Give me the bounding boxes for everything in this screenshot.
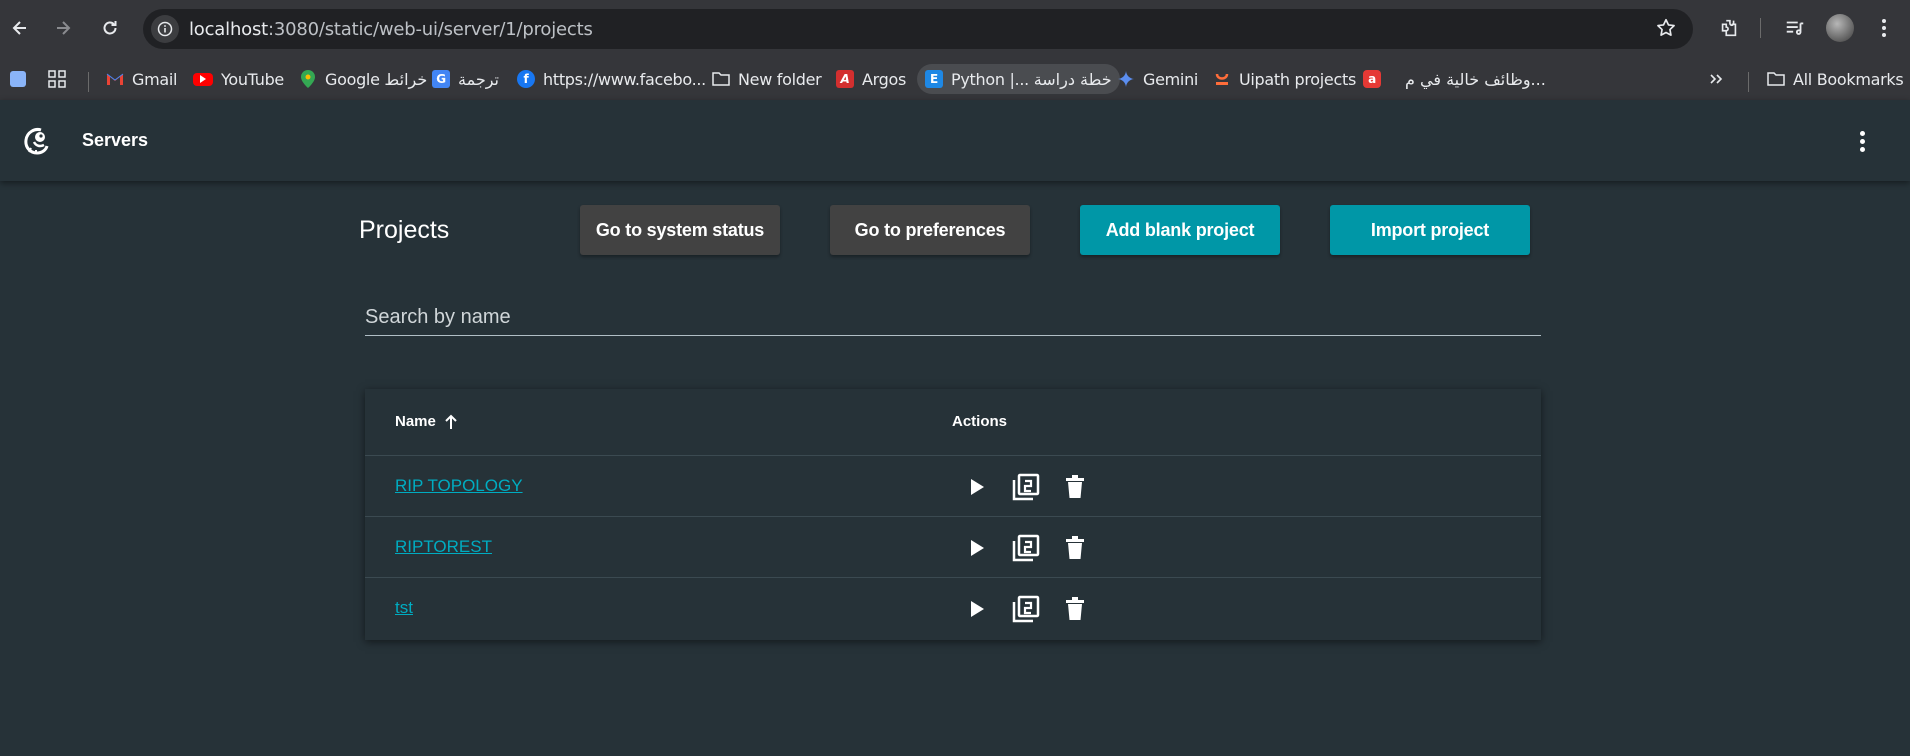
bookmark-app-icon[interactable] (10, 64, 26, 94)
bookmarks-overflow-icon[interactable] (1708, 64, 1724, 94)
argos-icon: A (836, 70, 854, 88)
apps-grid-icon[interactable] (48, 64, 66, 94)
duplicate-project-icon[interactable] (1012, 595, 1040, 623)
e-icon: E (925, 70, 943, 88)
browser-toolbar: localhost:3080/static/web-ui/server/1/pr… (0, 0, 1910, 56)
open-project-play-icon[interactable] (963, 595, 991, 623)
duplicate-project-icon[interactable] (1012, 534, 1040, 562)
url-text: localhost:3080/static/web-ui/server/1/pr… (189, 19, 593, 40)
browser-chrome: localhost:3080/static/web-ui/server/1/pr… (0, 0, 1910, 100)
bookmark-google-maps[interactable]: Google خرائط (299, 64, 428, 94)
uipath-icon (1213, 70, 1231, 88)
bookmark-gmail[interactable]: Gmail (106, 64, 177, 94)
facebook-icon: f (517, 70, 535, 88)
table-row: RIP TOPOLOGY (365, 456, 1541, 517)
bookmark-label: Uipath projects (1239, 69, 1356, 89)
toolbar-divider (1760, 18, 1761, 38)
bookmark-youtube[interactable]: YouTube (193, 64, 284, 94)
bookmark-facebook[interactable]: f https://www.facebo... (517, 64, 706, 94)
app-header: Servers (0, 100, 1910, 181)
bookmark-divider (88, 72, 89, 92)
google-maps-icon (299, 70, 317, 88)
bookmark-label: Python |... خطة دراسة (951, 69, 1112, 89)
bookmark-label: Gemini (1143, 69, 1199, 89)
jobs-icon: a (1363, 70, 1381, 88)
forward-button[interactable] (49, 14, 77, 42)
preferences-button[interactable]: Go to preferences (830, 205, 1030, 255)
bookmarks-bar: Gmail YouTube Google خرائط G ترجمة f htt… (0, 56, 1910, 100)
sort-ascending-icon (445, 414, 457, 429)
bookmark-label: Gmail (132, 69, 178, 89)
url-path: :3080/static/web-ui/server/1/projects (268, 19, 593, 40)
bookmark-new-folder[interactable]: New folder (712, 64, 822, 94)
bookmark-label: ترجمة (458, 69, 499, 89)
add-blank-project-button[interactable]: Add blank project (1080, 205, 1280, 255)
forward-arrow-icon (57, 21, 71, 35)
back-arrow-icon (12, 21, 26, 35)
bookmark-argos[interactable]: A Argos (836, 64, 906, 94)
bookmark-label: https://www.facebo... (543, 69, 706, 89)
bookmark-divider (1748, 72, 1749, 92)
bookmark-gemini[interactable]: Gemini (1117, 64, 1198, 94)
project-link[interactable]: tst (395, 598, 413, 618)
folder-icon (1767, 70, 1785, 88)
page-title: Projects (359, 216, 450, 244)
all-bookmarks-label: All Bookmarks (1793, 69, 1904, 89)
extensions-icon[interactable] (1714, 12, 1744, 44)
browser-menu-icon[interactable] (1872, 12, 1896, 44)
delete-project-icon[interactable] (1061, 595, 1089, 623)
bookmark-label: New folder (738, 69, 822, 89)
name-header-label: Name (395, 413, 436, 430)
app-title: Servers (82, 130, 149, 150)
system-status-button[interactable]: Go to system status (580, 205, 780, 255)
profile-avatar[interactable] (1825, 12, 1855, 44)
google-translate-icon: G (432, 70, 450, 88)
delete-project-icon[interactable] (1061, 473, 1089, 501)
project-link[interactable]: RIPTOREST (395, 537, 492, 557)
delete-project-icon[interactable] (1061, 534, 1089, 562)
url-host: localhost (189, 19, 268, 40)
gmail-icon (106, 70, 124, 88)
project-link[interactable]: RIP TOPOLOGY (395, 476, 523, 496)
address-bar[interactable]: localhost:3080/static/web-ui/server/1/pr… (143, 9, 1693, 49)
youtube-icon (193, 72, 213, 86)
reload-button[interactable] (96, 14, 124, 42)
site-info-icon[interactable] (151, 15, 179, 43)
bookmark-label: YouTube (221, 69, 284, 89)
bookmark-python-plan[interactable]: E Python |... خطة دراسة (917, 64, 1120, 94)
search-input[interactable] (365, 300, 1541, 334)
bookmark-jobs[interactable]: وظائف خالية في م... (1405, 64, 1546, 94)
search-field (365, 300, 1541, 336)
table-row: tst (365, 578, 1541, 639)
back-button[interactable] (6, 14, 34, 42)
bookmark-star-icon[interactable] (1655, 17, 1677, 44)
name-column-header[interactable]: Name (395, 413, 458, 430)
projects-table: Name Actions RIP TOPOLOGY RIPTOREST tst (365, 389, 1541, 640)
all-bookmarks[interactable]: All Bookmarks (1767, 64, 1904, 94)
open-project-play-icon[interactable] (963, 473, 991, 501)
actions-header-label: Actions (952, 413, 1008, 430)
table-header: Name Actions (365, 389, 1541, 456)
duplicate-project-icon[interactable] (1012, 473, 1040, 501)
table-row: RIPTOREST (365, 517, 1541, 578)
bookmark-label: Google خرائط (325, 69, 428, 89)
import-project-button[interactable]: Import project (1330, 205, 1530, 255)
actions-column-header: Actions (952, 413, 1007, 430)
more-options-icon[interactable] (1850, 126, 1874, 156)
folder-icon (712, 70, 730, 88)
bookmark-label: وظائف خالية في م... (1405, 69, 1546, 89)
reload-icon (103, 21, 117, 35)
gns3-logo-icon[interactable] (22, 126, 52, 156)
media-control-icon[interactable] (1780, 12, 1810, 44)
bookmark-translate[interactable]: G ترجمة (432, 64, 499, 94)
gemini-icon (1117, 70, 1135, 88)
bookmark-uipath[interactable]: Uipath projects (1213, 64, 1356, 94)
bookmark-label: Argos (862, 69, 907, 89)
bookmark-jobs-icon-only[interactable]: a (1363, 64, 1389, 94)
open-project-play-icon[interactable] (963, 534, 991, 562)
